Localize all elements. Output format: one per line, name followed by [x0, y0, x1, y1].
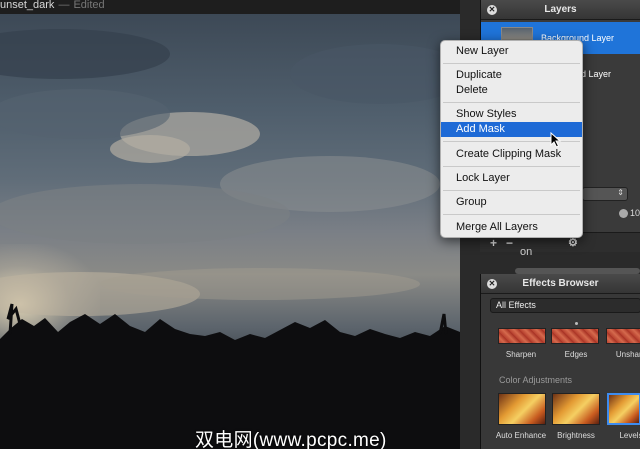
- document-title: unset_dark — Edited: [0, 0, 105, 11]
- effect-label: Brightness: [557, 431, 595, 440]
- effect-label: Unsharp: [615, 350, 640, 359]
- sky-and-trees: [0, 29, 470, 449]
- remove-layer-button[interactable]: −: [506, 236, 513, 250]
- layers-panel-header: ✕ Layers: [481, 0, 640, 20]
- menu-separator: [443, 166, 580, 167]
- effects-browser-title: Effects Browser: [522, 278, 599, 289]
- effects-browser-header: ✕ Effects Browser: [481, 274, 640, 294]
- effect-thumb-edges[interactable]: [551, 328, 599, 344]
- edited-status: Edited: [73, 0, 105, 11]
- updown-arrow-icon: ⇕: [617, 188, 624, 197]
- mouse-pointer-icon: [550, 132, 562, 148]
- layer-name: d Layer: [581, 69, 612, 79]
- menu-item-new-layer[interactable]: New Layer: [441, 44, 582, 59]
- menu-item-show-styles[interactable]: Show Styles: [441, 107, 582, 122]
- menu-separator: [443, 190, 580, 191]
- effect-thumb-sharpen[interactable]: [498, 328, 546, 344]
- opacity-value: 10: [630, 208, 640, 218]
- effect-label: Sharpen: [505, 350, 537, 359]
- menu-separator: [443, 214, 580, 215]
- layers-panel-title: Layers: [544, 4, 577, 15]
- menu-separator: [443, 63, 580, 64]
- effects-section-label: Color Adjustments: [499, 375, 573, 385]
- blend-mode-select[interactable]: ⇕: [582, 187, 628, 201]
- window-titlebar: unset_dark — Edited: [0, 0, 470, 14]
- menu-item-group[interactable]: Group: [441, 195, 582, 210]
- effect-thumb-unsharp[interactable]: [606, 328, 640, 344]
- effect-thumb-auto-enhance[interactable]: [498, 393, 546, 425]
- effect-indicator-dot: [575, 322, 578, 325]
- effects-filter-select[interactable]: All Effects: [490, 298, 640, 313]
- menu-item-create-clipping-mask[interactable]: Create Clipping Mask: [441, 147, 582, 162]
- menu-separator: [443, 102, 580, 103]
- effect-label: Edges: [564, 350, 588, 359]
- add-layer-button[interactable]: +: [490, 236, 497, 250]
- menu-item-duplicate[interactable]: Duplicate: [441, 68, 582, 83]
- effect-thumb-brightness[interactable]: [552, 393, 600, 425]
- effects-filter-value: All Effects: [496, 300, 536, 310]
- menu-item-delete[interactable]: Delete: [441, 83, 582, 98]
- menu-item-lock-layer[interactable]: Lock Layer: [441, 171, 582, 186]
- effect-thumb-levels[interactable]: [607, 393, 640, 425]
- effects-browser-panel: ✕ Effects Browser All Effects Sharpen Ed…: [480, 274, 640, 449]
- background-panel-text: on: [520, 246, 533, 258]
- watermark-text: 双电网(www.pcpc.me): [195, 430, 387, 449]
- title-separator: —: [58, 0, 70, 11]
- document-name: unset_dark: [0, 0, 55, 11]
- effect-label: Levels: [619, 431, 640, 440]
- opacity-slider-knob[interactable]: [619, 209, 628, 218]
- photo-canvas[interactable]: 双电网(www.pcpc.me): [0, 14, 470, 449]
- effect-label: Auto Enhance: [495, 431, 547, 440]
- menu-item-merge-all-layers[interactable]: Merge All Layers: [441, 220, 582, 235]
